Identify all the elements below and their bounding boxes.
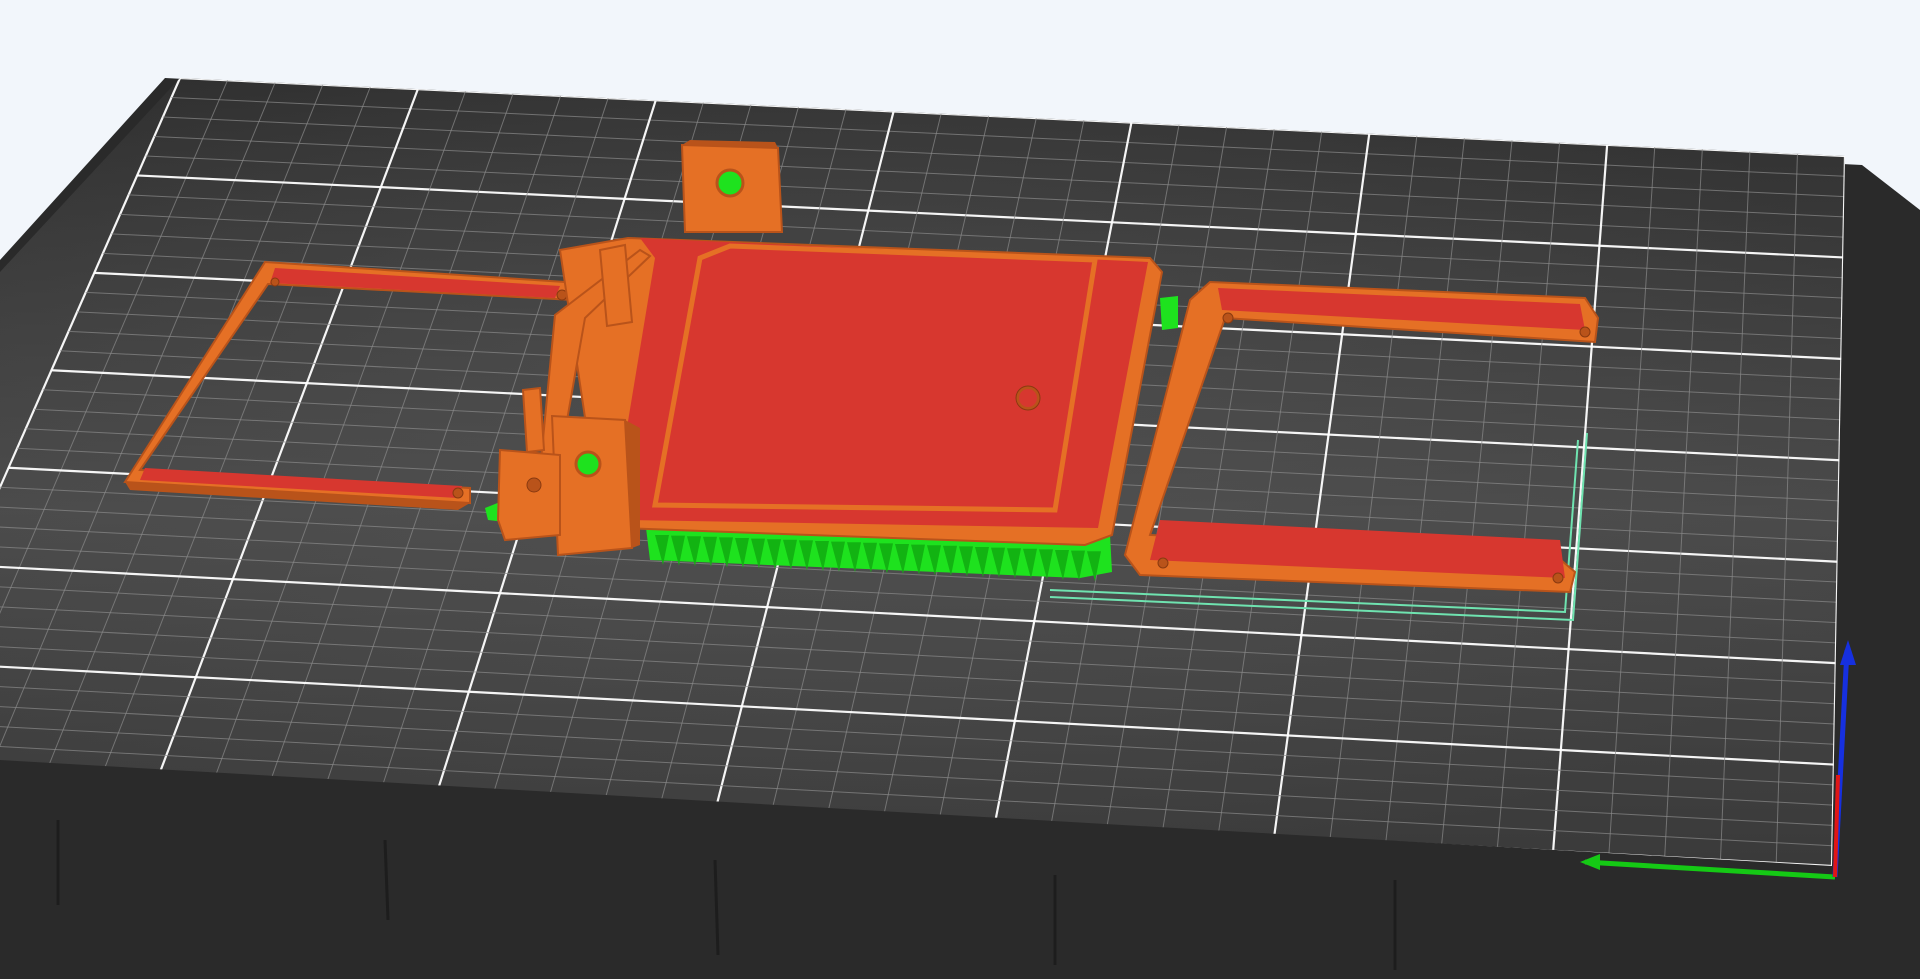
slicer-preview-canvas[interactable] [0,0,1920,979]
back-mount-tab[interactable] [680,140,784,233]
3d-viewport[interactable] [0,0,1920,979]
